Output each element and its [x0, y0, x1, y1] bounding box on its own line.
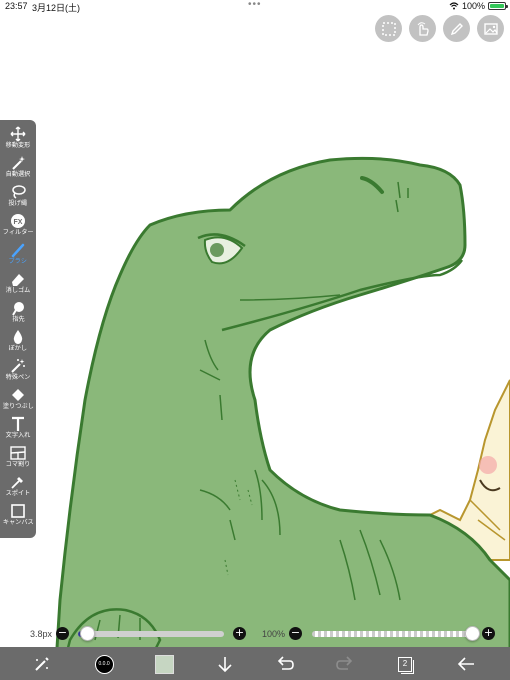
- smudge-finger-icon: [12, 301, 24, 316]
- redo-button[interactable]: [333, 652, 357, 676]
- tool-label: 塗りつぶし: [2, 403, 34, 410]
- blur-drop-icon: [13, 329, 23, 344]
- tool-label: 文字入れ: [5, 432, 31, 439]
- lasso-icon: [12, 184, 26, 199]
- fill-bucket-icon: [12, 388, 24, 401]
- sub-color-button[interactable]: [152, 652, 176, 676]
- tool-eyedropper[interactable]: スポイト: [0, 471, 36, 500]
- text-icon: [12, 416, 24, 431]
- tool-fill[interactable]: 塗りつぶし: [0, 384, 36, 413]
- opacity-decrease-button[interactable]: −: [289, 627, 302, 640]
- bottom-toolbar: 0.0.0 2: [0, 647, 510, 680]
- arrow-down-icon: [218, 657, 232, 673]
- battery-icon: [488, 2, 508, 10]
- undo-icon: [277, 656, 294, 670]
- undo-button[interactable]: [273, 652, 297, 676]
- top-tool-buttons: [375, 15, 504, 42]
- opacity-knob[interactable]: [465, 626, 480, 641]
- canvas-icon: [11, 503, 25, 518]
- brush-size-slider[interactable]: [78, 631, 224, 637]
- svg-text:FX: FX: [14, 219, 23, 226]
- opacity-increase-button[interactable]: +: [482, 627, 495, 640]
- tool-move-transform[interactable]: 移動変形: [0, 123, 36, 152]
- tool-panel-divide[interactable]: コマ割り: [0, 442, 36, 471]
- brush-size-decrease-button[interactable]: −: [56, 627, 69, 640]
- brush-icon: [11, 243, 25, 257]
- status-time: 23:57: [5, 1, 28, 11]
- gesture-button[interactable]: [409, 15, 436, 42]
- eraser-icon: [12, 273, 24, 286]
- tool-blur[interactable]: ぼかし: [0, 326, 36, 355]
- main-color-button[interactable]: 0.0.0: [92, 652, 116, 676]
- brush-settings-icon: [35, 657, 49, 671]
- opacity-value: 100%: [262, 629, 286, 639]
- back-button[interactable]: [454, 652, 478, 676]
- status-date: 3月12日(土): [32, 3, 81, 13]
- tool-lasso[interactable]: 投げ縄: [0, 181, 36, 210]
- tool-label: コマ割り: [5, 461, 31, 468]
- battery-percent: 100%: [461, 1, 485, 11]
- main-color-swatch: 0.0.0: [94, 654, 114, 674]
- tool-label: スポイト: [5, 490, 31, 497]
- image-button[interactable]: [477, 15, 504, 42]
- move-transform-icon: [10, 126, 26, 141]
- selection-button[interactable]: [375, 15, 402, 42]
- brush-size-increase-button[interactable]: +: [233, 627, 246, 640]
- layer-count: 2: [398, 656, 414, 674]
- layers-button[interactable]: 2: [393, 652, 417, 676]
- tool-label: ブラシ: [8, 258, 28, 265]
- status-bar: 23:57 3月12日(土) ••• 100%: [0, 0, 510, 14]
- tool-label: 自動選択: [5, 171, 31, 178]
- multitasking-dots[interactable]: •••: [248, 0, 262, 10]
- sub-color-swatch: [154, 654, 174, 674]
- tool-eraser[interactable]: 消しゴム: [0, 268, 36, 297]
- pen-button[interactable]: [443, 15, 470, 42]
- tool-brush[interactable]: ブラシ: [0, 239, 36, 268]
- tool-canvas[interactable]: キャンバス: [0, 500, 36, 529]
- special-pen-icon: [11, 358, 25, 373]
- brush-size-value: 3.8px: [30, 629, 53, 639]
- pen-icon: [450, 22, 463, 35]
- download-button[interactable]: [213, 652, 237, 676]
- magic-wand-icon: [12, 155, 25, 170]
- fx-icon: FX: [11, 213, 25, 228]
- hand-gesture-icon: [417, 21, 429, 36]
- tool-sidebar: 移動変形 自動選択 投げ縄 FX フィルター ブラシ 消しゴム 指先 ぼかし 特…: [0, 120, 36, 538]
- tool-label: 移動変形: [5, 142, 31, 149]
- wifi-icon: [449, 2, 459, 10]
- arrow-left-icon: [457, 657, 474, 671]
- image-icon: [483, 22, 498, 35]
- eyedropper-icon: [11, 476, 23, 489]
- tool-filter[interactable]: FX フィルター: [0, 210, 36, 239]
- status-right: 100%: [449, 1, 508, 11]
- tool-magic-wand[interactable]: 自動選択: [0, 152, 36, 181]
- redo-icon: [336, 656, 353, 670]
- tool-label: 特殊ペン: [5, 374, 31, 381]
- brush-size-knob[interactable]: [79, 626, 95, 641]
- opacity-slider[interactable]: [312, 631, 472, 637]
- tool-label: 指先: [11, 316, 25, 323]
- tool-text[interactable]: 文字入れ: [0, 413, 36, 442]
- drawing-canvas[interactable]: [0, 0, 510, 680]
- tool-label: ぼかし: [8, 345, 28, 352]
- tool-special-pen[interactable]: 特殊ペン: [0, 355, 36, 384]
- tool-label: 消しゴム: [5, 287, 31, 294]
- tool-label: キャンバス: [2, 519, 34, 526]
- dinosaur-body: [53, 156, 510, 680]
- tool-smudge[interactable]: 指先: [0, 297, 36, 326]
- brush-settings-button[interactable]: [30, 652, 54, 676]
- panel-divide-icon: [10, 445, 26, 460]
- tool-label: フィルター: [2, 229, 34, 236]
- selection-icon: [381, 21, 396, 36]
- tool-label: 投げ縄: [8, 200, 28, 207]
- main-color-label: 0.0.0: [98, 660, 110, 667]
